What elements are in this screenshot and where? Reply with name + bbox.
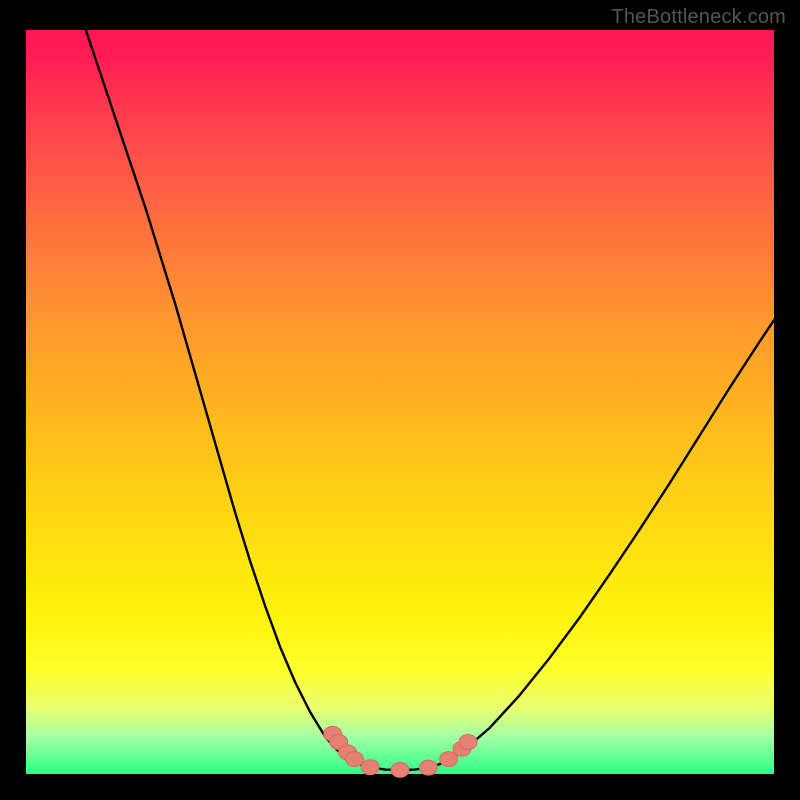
- watermark-text: TheBottleneck.com: [611, 6, 786, 29]
- chart-svg: [26, 30, 774, 774]
- marker-trough-mid: [391, 762, 409, 777]
- bottleneck-curve: [86, 30, 774, 770]
- chart-frame: TheBottleneck.com: [0, 0, 800, 800]
- marker-trough-right: [419, 760, 437, 775]
- marker-trough-left: [361, 760, 379, 775]
- marker-left-cluster-lower-bottom: [345, 752, 363, 767]
- marker-right-cluster-upper-top: [459, 735, 477, 750]
- chart-plot-area: [26, 30, 774, 774]
